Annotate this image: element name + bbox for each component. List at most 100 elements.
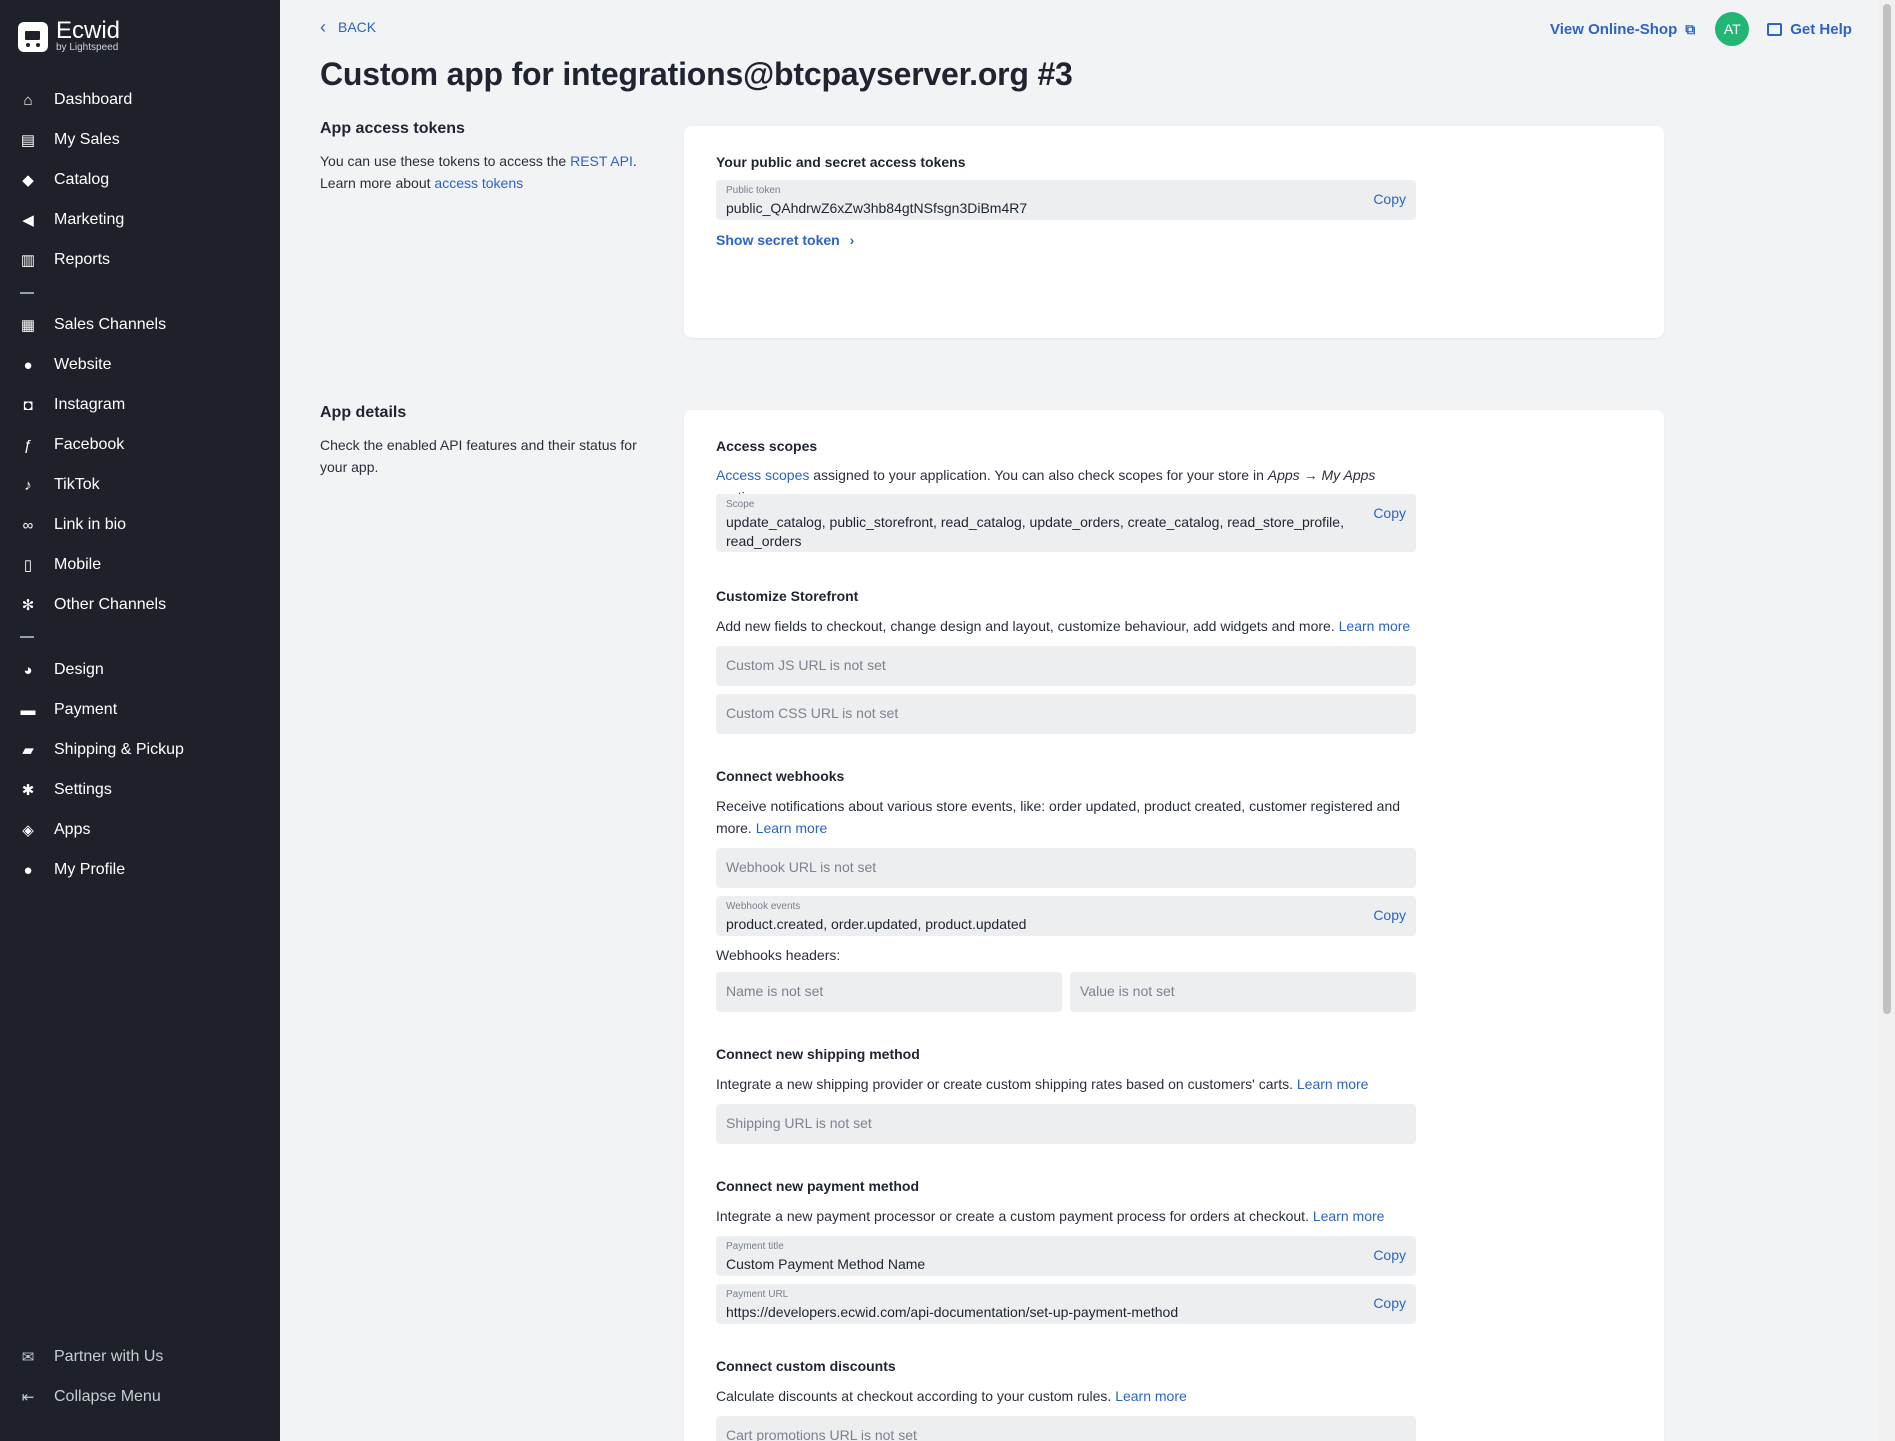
ecwid-logo[interactable]: Ecwid by Lightspeed [18, 17, 121, 54]
section-desc: You can use these tokens to access the R… [320, 150, 650, 194]
sidebar-item-link-in-bio[interactable]: ∞ Link in bio [0, 507, 280, 543]
learn-more-link[interactable]: Learn more [756, 820, 828, 836]
desc-text: Integrate a new shipping provider or cre… [716, 1076, 1297, 1092]
view-shop-label: View Online-Shop [1550, 20, 1678, 38]
webhook-events-field[interactable]: Webhook events product.created, order.up… [716, 896, 1416, 936]
sidebar-item-marketing[interactable]: ◀ Marketing [0, 202, 280, 238]
section-desc: Check the enabled API features and their… [320, 437, 637, 475]
home-icon: ⌂ [23, 91, 33, 109]
sidebar-item-payment[interactable]: ▬ Payment [0, 692, 280, 728]
gear-icon: ✱ [21, 782, 35, 799]
custom-css-url-field[interactable]: Custom CSS URL is not set [716, 694, 1416, 734]
sidebar-item-sales-channels[interactable]: ▦ Sales Channels [0, 307, 280, 343]
details-section-description: App details Check the enabled API featur… [320, 404, 650, 478]
truck-icon: ▰ [22, 742, 34, 759]
placeholder-text: Custom CSS URL is not set [726, 705, 899, 721]
learn-more-link[interactable]: Learn more [1313, 1208, 1385, 1224]
sidebar-item-instagram[interactable]: ◘ Instagram [0, 387, 280, 423]
page-scrollbar[interactable] [1879, 0, 1895, 1441]
sidebar-item-label: Marketing [54, 211, 125, 228]
sidebar-item-shipping[interactable]: ▰ Shipping & Pickup [0, 732, 280, 768]
sidebar-item-catalog[interactable]: ◆ Catalog [0, 162, 280, 198]
desc-text: Add new fields to checkout, change desig… [716, 618, 1339, 634]
webhooks-desc: Receive notifications about various stor… [716, 795, 1416, 839]
megaphone-icon: ◀ [22, 212, 34, 229]
chevron-right-icon: › [849, 232, 855, 248]
brand-name: Ecwid [56, 17, 121, 44]
sidebar-item-label: Link in bio [54, 516, 127, 533]
learn-more-link[interactable]: Learn more [1339, 618, 1411, 634]
sidebar-item-other-channels[interactable]: ✻ Other Channels [0, 587, 280, 623]
desc-text: Calculate discounts at checkout accordin… [716, 1388, 1116, 1404]
shipping-desc: Integrate a new shipping provider or cre… [716, 1073, 1416, 1095]
instagram-icon: ◘ [23, 396, 33, 414]
cart-promotions-url-field[interactable]: Cart promotions URL is not set [716, 1416, 1416, 1441]
payment-url-value: https://developers.ecwid.com/api-documen… [726, 1304, 1179, 1320]
copy-button[interactable]: Copy [1373, 1247, 1406, 1263]
sidebar-divider [20, 292, 34, 294]
access-tokens-link[interactable]: access tokens [434, 175, 523, 191]
shipping-url-field[interactable]: Shipping URL is not set [716, 1104, 1416, 1144]
sidebar-item-label: Payment [54, 701, 118, 718]
sidebar-item-dashboard[interactable]: ⌂ Dashboard [0, 82, 280, 118]
webhook-url-field[interactable]: Webhook URL is not set [716, 848, 1416, 888]
sidebar-item-website[interactable]: ● Website [0, 347, 280, 383]
rest-api-link[interactable]: REST API [570, 153, 633, 169]
avatar[interactable]: AT [1715, 12, 1750, 46]
public-token-field[interactable]: Public token public_QAhdrwZ6xZw3hb84gtNS… [716, 180, 1416, 220]
copy-button[interactable]: Copy [1373, 1295, 1406, 1311]
sidebar-item-mobile[interactable]: ▯ Mobile [0, 547, 280, 583]
bar-chart-icon: ▥ [20, 252, 36, 269]
learn-more-link[interactable]: Learn more [1115, 1388, 1187, 1404]
copy-button[interactable]: Copy [1373, 907, 1406, 923]
sidebar-item-settings[interactable]: ✱ Settings [0, 772, 280, 808]
show-secret-token-link[interactable]: Show secret token › [716, 232, 1416, 248]
sidebar-item-design[interactable]: ◕ Design [0, 652, 280, 688]
sidebar-item-my-profile[interactable]: ● My Profile [0, 852, 280, 888]
payment-title: Connect new payment method [716, 1178, 920, 1194]
scope-field[interactable]: Scope update_catalog, public_storefront,… [716, 494, 1416, 552]
custom-js-url-field[interactable]: Custom JS URL is not set [716, 646, 1416, 686]
desc-text: Learn more about [320, 175, 435, 191]
sidebar-item-label: Settings [54, 781, 112, 798]
sidebar-item-apps[interactable]: ◈ Apps [0, 812, 280, 848]
link-icon: ∞ [22, 516, 34, 534]
copy-button[interactable]: Copy [1373, 505, 1406, 521]
header-actions: View Online-Shop ⧉ AT Get Help [1550, 12, 1852, 46]
sidebar-item-my-sales[interactable]: ▤ My Sales [0, 122, 280, 158]
back-button[interactable]: ‹ BACK [320, 18, 376, 36]
desc-text: . [632, 153, 637, 169]
mobile-icon: ▯ [23, 557, 33, 574]
details-card: Access scopes Access scopes assigned to … [684, 410, 1664, 1441]
access-scopes-link[interactable]: Access scopes [716, 467, 809, 483]
wallet-icon: ▬ [20, 701, 36, 719]
page-title: Custom app for integrations@btcpayserver… [320, 56, 1073, 92]
sidebar: Ecwid by Lightspeed ⌂ Dashboard ▤ My Sales… [0, 0, 280, 1441]
sidebar-item-label: Mobile [54, 556, 102, 573]
sidebar-item-tiktok[interactable]: ♪ TikTok [0, 467, 280, 503]
get-help-link[interactable]: Get Help [1767, 21, 1852, 38]
view-online-shop-link[interactable]: View Online-Shop ⧉ [1550, 21, 1695, 38]
header-name-field[interactable]: Name is not set [716, 972, 1062, 1012]
field-label: Scope [726, 499, 755, 510]
scrollbar-thumb[interactable] [1883, 4, 1891, 1014]
header-value-field[interactable]: Value is not set [1070, 972, 1416, 1012]
sidebar-item-label: Reports [54, 251, 111, 268]
partner-with-us-link[interactable]: ✉ Partner with Us [0, 1339, 280, 1375]
sidebar-item-label: Facebook [54, 436, 125, 453]
sidebar-item-label: Website [54, 356, 112, 373]
storefront-icon: ▦ [20, 317, 36, 334]
payment-title-value: Custom Payment Method Name [726, 1256, 926, 1272]
payment-url-field[interactable]: Payment URL https://developers.ecwid.com… [716, 1284, 1416, 1324]
sidebar-item-label: Design [54, 661, 104, 678]
chat-bubble-icon [1767, 22, 1783, 36]
desc-text: You can use these tokens to access the [320, 153, 571, 169]
copy-button[interactable]: Copy [1373, 191, 1406, 207]
learn-more-link[interactable]: Learn more [1297, 1076, 1369, 1092]
sidebar-item-reports[interactable]: ▥ Reports [0, 242, 280, 278]
payment-title-field[interactable]: Payment title Custom Payment Method Name… [716, 1236, 1416, 1276]
sidebar-item-facebook[interactable]: ƒ Facebook [0, 427, 280, 463]
desc-text: Integrate a new payment processor or cre… [716, 1208, 1313, 1224]
collapse-menu-button[interactable]: ⇤ Collapse Menu [0, 1379, 280, 1415]
sidebar-item-label: Dashboard [54, 91, 133, 108]
